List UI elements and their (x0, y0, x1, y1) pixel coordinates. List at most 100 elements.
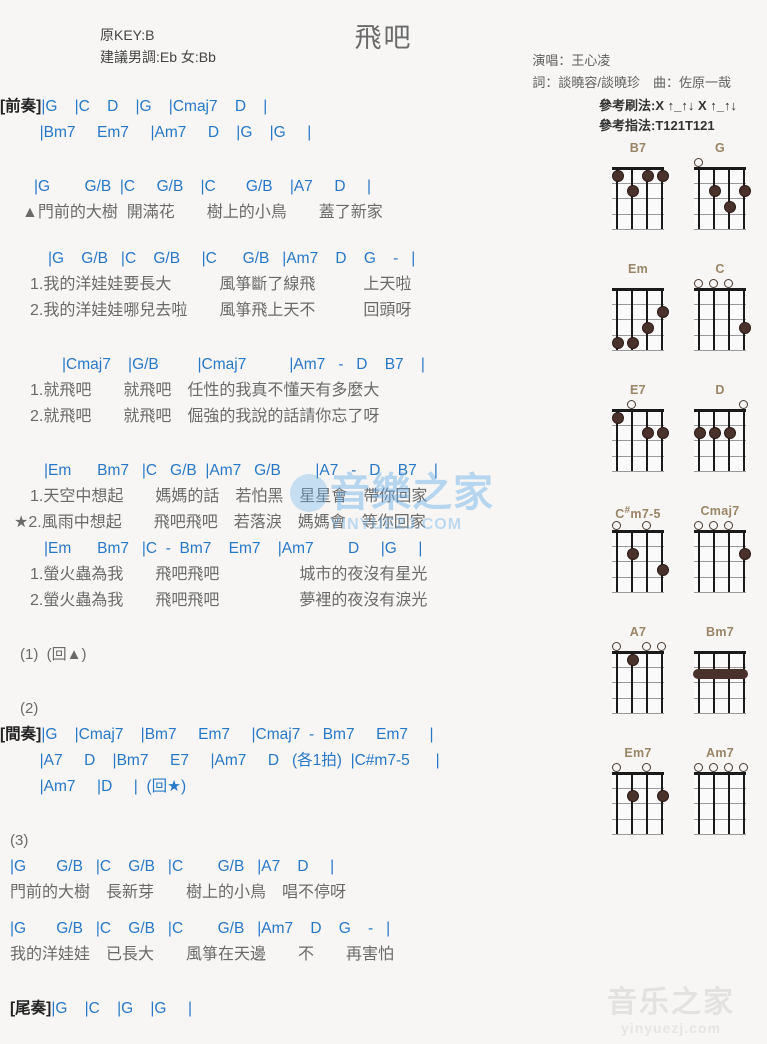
string-line (698, 772, 700, 834)
chorus-b-chords: |Em Bm7 |C - Bm7 Em7 |Am7 D |G | (44, 540, 423, 557)
open-string-circle-icon (612, 521, 621, 530)
string-line (646, 409, 648, 471)
fret-line (612, 350, 664, 352)
fretboard-grid (694, 772, 746, 836)
finger-dot (739, 548, 752, 561)
fretboard-grid (612, 772, 670, 836)
open-strings-row (603, 398, 673, 409)
open-strings-row (685, 156, 755, 167)
string-line (698, 288, 700, 350)
open-string-circle-icon (709, 521, 719, 530)
fret-line (694, 471, 746, 473)
string-line (743, 409, 745, 471)
repeat-marker-1: (1) (回▲) (20, 646, 87, 663)
fret-line (694, 303, 746, 305)
open-string-circle-icon (694, 521, 703, 530)
string-line (646, 530, 648, 592)
finger-dot (627, 790, 640, 803)
interlude-section: [間奏]|G |Cmaj7 |Bm7 Em7 |Cmaj7 - Bm7 Em7 … (0, 722, 600, 800)
bottom-watermark-en: yinyuezj.com (621, 1020, 721, 1036)
chord-name-label: G (714, 141, 726, 155)
interlude-line-3: [間奏]|Am7 |D | (回★) (0, 774, 600, 800)
interlude-chords-3: |Am7 |D | (回★) (39, 778, 187, 795)
open-string-circle-icon (709, 279, 719, 288)
chord-diagram-am7: Am7 (685, 745, 755, 836)
open-strings-row (603, 761, 673, 772)
fretboard-grid (612, 288, 670, 352)
chorus-a-lyric-1: 1.天空中想起 媽媽的話 若怕黑 星星會 帶你回家 (30, 488, 428, 505)
string-line (646, 651, 648, 713)
fret-line (612, 666, 664, 668)
verse-b-lyric-2: 2.我的洋娃娃哪兒去啦 風箏飛上天不 回頭呀 (30, 302, 412, 319)
string-line (661, 530, 663, 592)
fret-line (612, 576, 664, 578)
open-string-circle-icon (694, 158, 703, 167)
fret-line (612, 545, 664, 547)
string-line (743, 772, 745, 834)
chord-sheet-page: 原KEY:B 建議男調:Eb 女:Bb 飛吧 演唱：王心凌 詞：談曉容/談曉珍 … (0, 0, 767, 1044)
fret-line (694, 198, 746, 200)
finger-dot (657, 427, 670, 440)
open-string-circle-icon (642, 763, 652, 772)
fret-line (612, 787, 664, 789)
chord-diagram-row: Em7 Am7 (603, 745, 759, 836)
chord-row-spacer (603, 598, 759, 624)
string-line (713, 651, 715, 713)
string-line (616, 772, 618, 834)
fret-line (612, 213, 664, 215)
finger-dot (612, 411, 624, 424)
interlude-line-1: [間奏]|G |Cmaj7 |Bm7 Em7 |Cmaj7 - Bm7 Em7 … (0, 722, 600, 748)
fretboard-grid (612, 530, 670, 594)
chord-diagram-em: Em (603, 261, 673, 352)
open-strings-row (603, 277, 673, 288)
outro-section: [尾奏]|G |C |G |G | (0, 996, 600, 1022)
fret-line (612, 682, 664, 684)
fret-line (612, 455, 664, 457)
open-string-circle-icon (724, 763, 734, 772)
finger-dot (657, 306, 670, 319)
singer-credit: 演唱：王心凌 (532, 53, 611, 68)
string-line (728, 288, 730, 350)
outro-chords: |G |C |G |G | (51, 1000, 193, 1017)
string-line (631, 167, 633, 229)
pre-chorus-lyric-1: 1.就飛吧 就飛吧 任性的我真不懂天有多麼大 (30, 382, 380, 399)
interlude-tag: [間奏] (0, 726, 42, 743)
nut-line (694, 288, 746, 291)
finger-dot (627, 337, 640, 350)
outro-tag: [尾奏] (10, 1000, 52, 1017)
chord-name-label: Cmaj7 (700, 504, 740, 518)
fretboard-grid (694, 167, 752, 231)
fret-line (694, 350, 746, 352)
string-line (646, 772, 648, 834)
credits: 演唱：王心凌 詞：談曉容/談曉珍 曲：佐原一哉 (532, 50, 731, 94)
string-line (616, 651, 618, 713)
chord-diagram-c: C (685, 261, 755, 352)
chord-row-spacer (603, 235, 759, 261)
writer-credit: 詞：談曉容/談曉珍 曲：佐原一哉 (532, 75, 731, 90)
string-line (713, 167, 715, 229)
string-line (743, 167, 745, 229)
repeat-marker-3: (3) (10, 832, 29, 849)
fret-line (694, 592, 746, 594)
fret-line (612, 424, 664, 426)
sheet-body: [前奏]|G |C D |G |Cmaj7 D | [前奏]|Bm7 Em7 |… (0, 94, 600, 1022)
string-line (631, 409, 633, 471)
chord-diagram-a7: A7 (603, 624, 673, 715)
chord-name-label: B7 (629, 141, 647, 155)
bottom-watermark-cn: 音乐之家 (607, 986, 735, 1019)
barre-bar (693, 669, 749, 680)
string-line (728, 409, 730, 471)
open-string-circle-icon (724, 279, 734, 288)
string-line (631, 530, 633, 592)
chord-diagram-em7: Em7 (603, 745, 673, 836)
fret-line (694, 182, 746, 184)
fret-line (694, 818, 746, 820)
fretboard-grid (694, 530, 752, 594)
fret-line (612, 818, 664, 820)
nut-line (694, 530, 746, 533)
open-strings-row (685, 519, 755, 530)
chord-name-label: Am7 (706, 746, 734, 760)
